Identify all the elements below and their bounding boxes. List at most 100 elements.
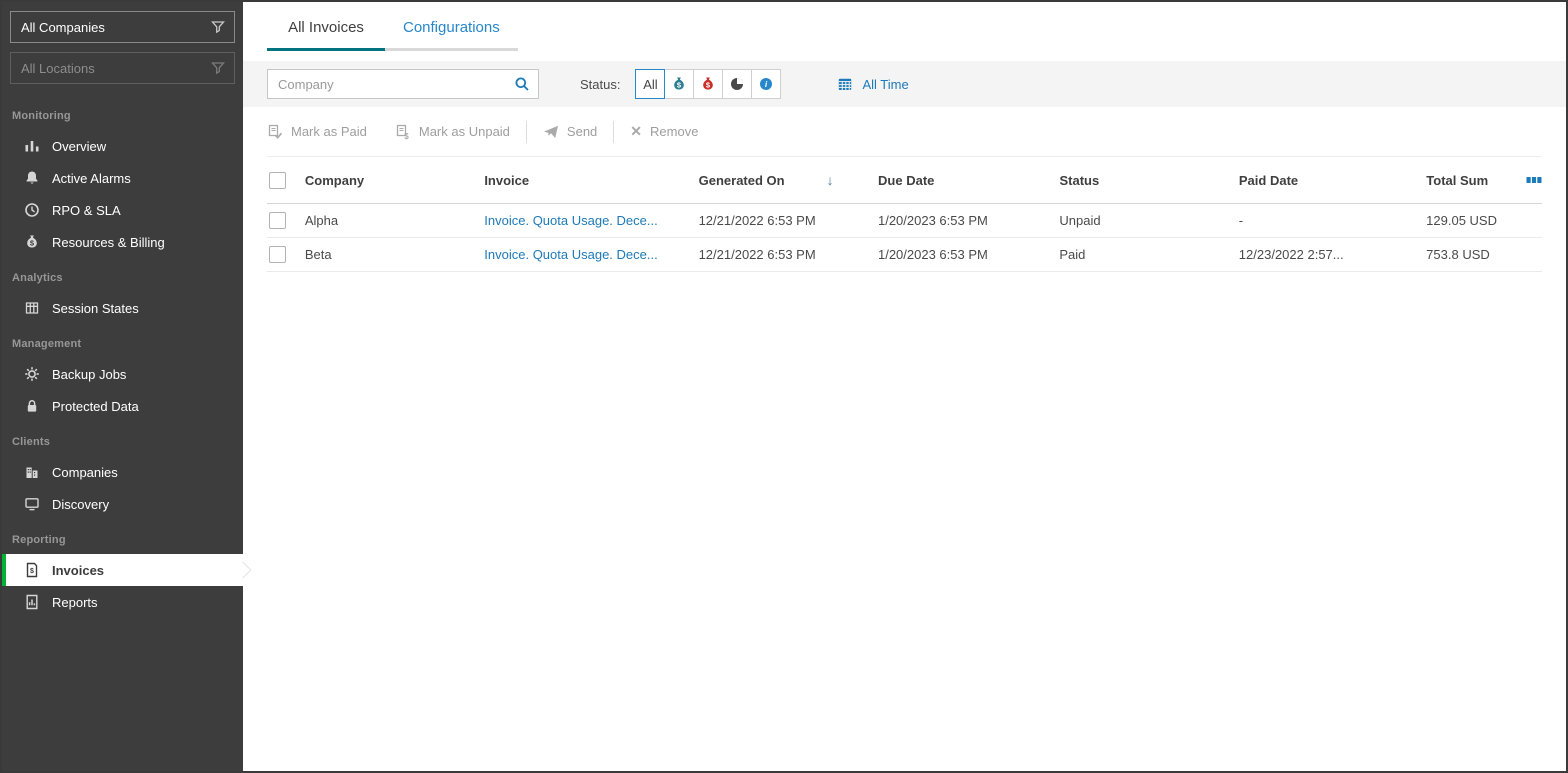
invoice-link[interactable]: Invoice. Quota Usage. Dece... [484, 213, 657, 228]
invoice-icon: $ [26, 562, 38, 578]
status-unpaid-button[interactable]: $ [693, 69, 724, 99]
svg-text:$: $ [30, 568, 34, 575]
grid-table-icon [25, 302, 39, 314]
sidebar-item-reports[interactable]: Reports [2, 586, 243, 618]
sidebar-item-label: RPO & SLA [52, 202, 121, 218]
sidebar-item-companies[interactable]: Companies [2, 456, 243, 488]
sidebar-item-discovery[interactable]: Discovery [2, 488, 243, 520]
button-label: Remove [650, 124, 699, 139]
remove-icon: ✕ [630, 123, 643, 139]
mark-as-paid-button[interactable]: Mark as Paid [267, 124, 367, 140]
cell-due-date: 1/20/2023 6:53 PM [877, 213, 988, 228]
section-monitoring: Monitoring [12, 110, 71, 122]
header-company[interactable]: Company [305, 173, 484, 188]
tab-configurations[interactable]: Configurations [385, 2, 518, 51]
pie-clock-icon [731, 78, 744, 90]
sidebar-item-backup-jobs[interactable]: Backup Jobs [2, 358, 243, 390]
status-all-button[interactable]: All [635, 69, 666, 99]
cell-total-sum: 129.05 USD [1426, 213, 1497, 228]
main-content: All Invoices Configurations Status: All … [243, 2, 1566, 771]
cell-generated-on: 12/21/2022 6:53 PM [698, 247, 816, 262]
calendar-icon [839, 78, 852, 90]
header-due-date[interactable]: Due Date [878, 173, 1059, 188]
select-all-checkbox[interactable] [269, 171, 286, 189]
table-row[interactable]: Alpha Invoice. Quota Usage. Dece... 12/2… [267, 204, 1542, 238]
sidebar-item-active-alarms[interactable]: Active Alarms [2, 162, 243, 194]
button-label: Mark as Paid [291, 124, 367, 139]
sidebar-item-invoices[interactable]: $ Invoices [2, 554, 243, 586]
sidebar-item-label: Overview [52, 138, 107, 154]
companies-filter-dropdown[interactable]: All Companies [10, 11, 235, 43]
section-reporting: Reporting [12, 534, 66, 546]
status-info-button[interactable]: i [751, 69, 782, 99]
sidebar-item-label: Invoices [52, 562, 105, 578]
sidebar-item-label: Companies [52, 464, 118, 480]
bell-icon [26, 171, 38, 184]
header-paid-date[interactable]: Paid Date [1239, 173, 1426, 188]
time-range-value: All Time [862, 76, 909, 92]
column-chooser-icon[interactable] [1526, 172, 1542, 188]
header-total-sum[interactable]: Total Sum [1426, 173, 1488, 188]
sort-descending-icon: ↓ [826, 172, 834, 188]
send-icon [543, 125, 558, 138]
header-label: Generated On [698, 172, 785, 188]
cell-total-sum: 753.8 USD [1426, 247, 1490, 262]
cell-invoice: Invoice. Quota Usage. Dece... [484, 247, 698, 262]
locations-filter-dropdown[interactable]: All Locations [10, 52, 235, 84]
invoices-table: Company Invoice Generated On ↓ Due Date … [267, 156, 1542, 272]
table-row[interactable]: Beta Invoice. Quota Usage. Dece... 12/21… [267, 238, 1542, 272]
row-checkbox-cell [267, 246, 305, 263]
company-search [267, 69, 539, 99]
sidebar: All Companies All Locations Monitoring O… [2, 2, 243, 771]
clock-icon [25, 203, 39, 217]
building-icon [26, 467, 38, 478]
status-filter-label: Status: [580, 76, 621, 92]
bar-chart-icon [25, 141, 39, 152]
header-status[interactable]: Status [1059, 173, 1238, 188]
sidebar-item-label: Backup Jobs [52, 366, 127, 382]
tab-label: All Invoices [288, 19, 364, 36]
sidebar-item-session-states[interactable]: Session States [2, 292, 243, 324]
row-checkbox[interactable] [269, 212, 286, 229]
sidebar-item-label: Reports [52, 594, 98, 610]
toolbar-divider [613, 120, 615, 143]
tab-all-invoices[interactable]: All Invoices [267, 2, 385, 51]
sidebar-item-label: Session States [52, 300, 139, 316]
mark-as-unpaid-button[interactable]: $ Mark as Unpaid [395, 124, 510, 140]
sidebar-item-protected-data[interactable]: Protected Data [2, 390, 243, 422]
row-checkbox-cell [267, 212, 305, 229]
button-label: Send [566, 124, 598, 139]
row-checkbox[interactable] [269, 246, 286, 263]
time-range-filter[interactable]: All Time [837, 76, 909, 92]
document-check-icon [268, 124, 283, 139]
sidebar-item-label: Discovery [52, 496, 110, 512]
status-paid-button[interactable]: $ [664, 69, 695, 99]
search-icon[interactable] [514, 76, 530, 92]
send-button[interactable]: Send [543, 124, 597, 140]
money-bag-icon: $ [27, 235, 37, 248]
header-invoice[interactable]: Invoice [484, 173, 698, 188]
status-overdue-button[interactable] [722, 69, 753, 99]
header-menu-cell [1488, 172, 1542, 188]
sidebar-item-rpo-sla[interactable]: RPO & SLA [2, 194, 243, 226]
paid-money-bag-icon: $ [674, 77, 685, 90]
cell-company: Beta [304, 247, 332, 262]
cell-invoice: Invoice. Quota Usage. Dece... [484, 213, 698, 228]
unpaid-money-bag-icon: $ [703, 77, 714, 90]
invoice-link[interactable]: Invoice. Quota Usage. Dece... [484, 247, 657, 262]
header-checkbox-cell [267, 171, 305, 189]
sidebar-item-resources-billing[interactable]: $ Resources & Billing [2, 226, 243, 258]
header-generated-on[interactable]: Generated On ↓ [699, 172, 878, 188]
sidebar-item-overview[interactable]: Overview [2, 130, 243, 162]
app-window: All Companies All Locations Monitoring O… [0, 0, 1568, 773]
document-dollar-icon: $ [396, 124, 409, 140]
toolbar-divider [525, 120, 527, 143]
company-search-input[interactable] [268, 76, 514, 92]
remove-button[interactable]: ✕ Remove [630, 123, 698, 140]
status-filter-group: All $ $ i [635, 69, 782, 99]
cell-status: Unpaid [1059, 213, 1101, 228]
section-analytics: Analytics [12, 272, 63, 284]
cell-paid-date: - [1238, 213, 1244, 228]
button-label: Mark as Unpaid [418, 124, 510, 139]
locations-filter-value: All Locations [21, 60, 95, 76]
